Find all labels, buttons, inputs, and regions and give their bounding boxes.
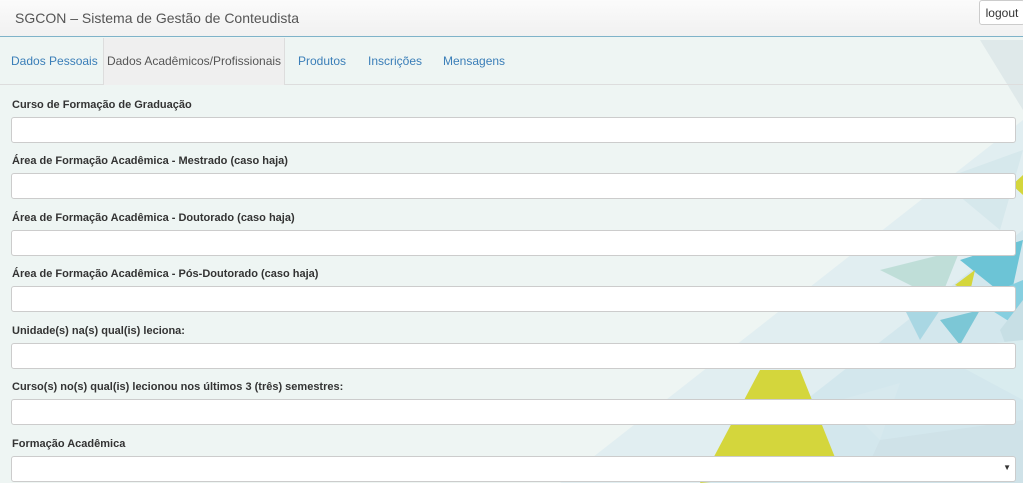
tab-bar: Dados Pessoais Dados Acadêmicos/Profissi… <box>0 38 1023 85</box>
doctorate-area-label: Área de Formação Acadêmica - Doutorado (… <box>12 212 295 224</box>
tab-produtos[interactable]: Produtos <box>298 38 346 84</box>
logout-button[interactable]: logout <box>979 0 1023 25</box>
postdoc-area-input[interactable] <box>11 286 1016 312</box>
masters-area-label: Área de Formação Acadêmica - Mestrado (c… <box>12 155 288 167</box>
teaching-units-label: Unidade(s) na(s) qual(is) leciona: <box>12 325 185 337</box>
recent-courses-input[interactable] <box>11 399 1016 425</box>
tab-inscricoes[interactable]: Inscrições <box>368 38 422 84</box>
tab-dados-academicos[interactable]: Dados Acadêmicos/Profissionais <box>103 38 285 85</box>
tab-mensagens[interactable]: Mensagens <box>443 38 505 84</box>
chevron-down-icon: ▼ <box>1003 463 1011 472</box>
postdoc-area-label: Área de Formação Acadêmica - Pós-Doutora… <box>12 268 319 280</box>
doctorate-area-input[interactable] <box>11 230 1016 256</box>
tab-dados-pessoais[interactable]: Dados Pessoais <box>11 38 98 84</box>
recent-courses-label: Curso(s) no(s) qual(is) lecionou nos últ… <box>12 381 344 393</box>
teaching-units-input[interactable] <box>11 343 1016 369</box>
app-title: SGCON – Sistema de Gestão de Conteudista <box>15 10 300 26</box>
masters-area-input[interactable] <box>11 173 1016 199</box>
top-navbar: SGCON – Sistema de Gestão de Conteudista… <box>0 0 1023 37</box>
academic-formation-select[interactable]: ▼ <box>11 456 1016 482</box>
graduation-course-label: Curso de Formação de Graduação <box>12 99 192 111</box>
academic-formation-label: Formação Acadêmica <box>12 438 126 450</box>
graduation-course-input[interactable] <box>11 117 1016 143</box>
